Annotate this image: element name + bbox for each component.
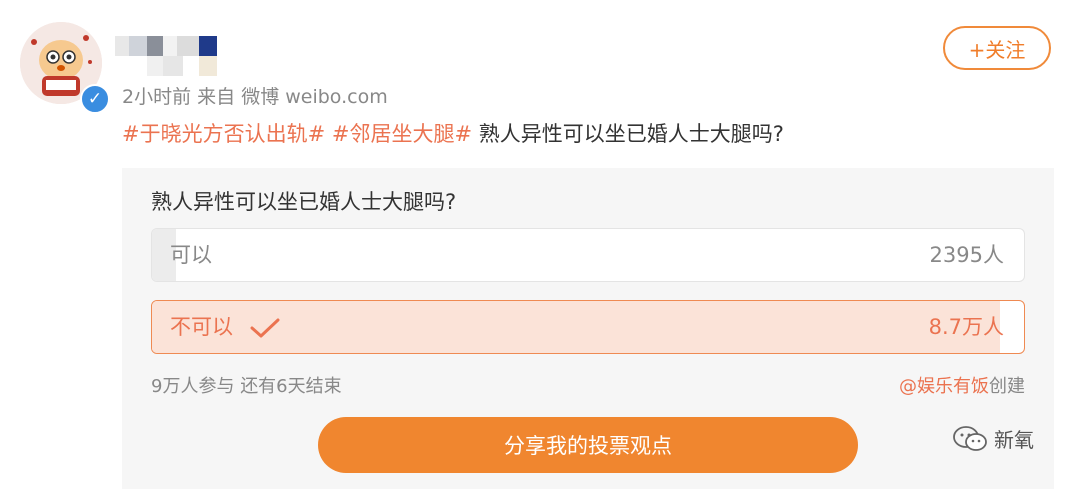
wechat-icon (953, 425, 987, 451)
poll-remaining: 还有6天结束 (240, 376, 342, 397)
follow-label: +关注 (968, 37, 1026, 62)
hashtag-link[interactable]: #邻居坐大腿# (332, 122, 472, 146)
poll-option-yes[interactable]: 可以 2395人 (151, 228, 1025, 282)
poll-option-no[interactable]: 不可以 8.7万人 (151, 300, 1025, 354)
poll-option-count: 2395人 (929, 243, 1004, 267)
poll-card: 熟人异性可以坐已婚人士大腿吗? 可以 2395人 不可以 8.7万人 9万人参与… (122, 168, 1054, 489)
post-meta: 2小时前 来自 微博 weibo.com (122, 82, 388, 109)
poll-option-count: 8.7万人 (928, 315, 1004, 339)
verified-badge-icon: ✓ (80, 84, 110, 114)
hashtag-link[interactable]: #于晓光方否认出轨# (122, 122, 325, 146)
follow-button[interactable]: +关注 (943, 26, 1051, 70)
mosaic-image (115, 36, 217, 76)
poll-participants: 9万人参与 (151, 376, 235, 397)
post-time[interactable]: 2小时前 (122, 86, 191, 108)
username-mosaic[interactable] (115, 36, 223, 76)
poll-creator-suffix: 创建 (989, 376, 1025, 397)
post-source[interactable]: 微博 weibo.com (241, 86, 388, 108)
poll-option-label-wrap: 不可以 (170, 301, 280, 353)
watermark: 新氧 (952, 424, 1034, 453)
share-vote-label: 分享我的投票观点 (504, 434, 672, 458)
poll-question: 熟人异性可以坐已婚人士大腿吗? (151, 190, 457, 214)
poll-option-label: 可以 (170, 243, 212, 267)
poll-option-label: 不可以 (170, 315, 233, 339)
poll-creator-line: @娱乐有饭创建 (899, 372, 1025, 398)
checkmark-icon (250, 318, 280, 338)
poll-stats: 9万人参与 还有6天结束 (151, 372, 342, 398)
share-vote-button[interactable]: 分享我的投票观点 (318, 417, 858, 473)
post-body: 熟人异性可以坐已婚人士大腿吗? (478, 122, 784, 146)
post-text: #于晓光方否认出轨# #邻居坐大腿# 熟人异性可以坐已婚人士大腿吗? (122, 118, 784, 148)
watermark-text: 新氧 (994, 428, 1034, 452)
source-prefix: 来自 (197, 86, 236, 108)
poll-creator-link[interactable]: @娱乐有饭 (899, 376, 989, 397)
